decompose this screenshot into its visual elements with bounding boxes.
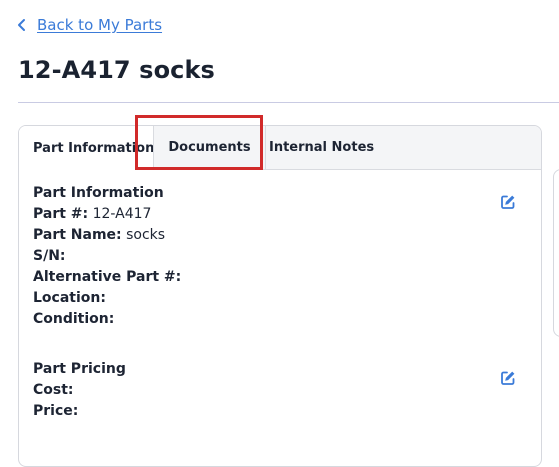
- part-name-row: Part Name: socks: [33, 225, 181, 246]
- sn-row: S/N:: [33, 246, 181, 267]
- cost-row: Cost:: [33, 380, 126, 401]
- part-number-row: Part #: 12-A417: [33, 204, 181, 225]
- location-label: Location:: [33, 290, 106, 306]
- edit-part-pricing-icon[interactable]: [500, 370, 516, 386]
- cost-label: Cost:: [33, 382, 74, 398]
- part-number-value: 12-A417: [92, 206, 152, 222]
- condition-label: Condition:: [33, 311, 115, 327]
- part-number-label: Part #:: [33, 206, 89, 222]
- edit-part-information-icon[interactable]: [500, 194, 516, 210]
- tab-internal-notes[interactable]: Internal Notes: [269, 126, 389, 169]
- tab-documents[interactable]: Documents: [154, 126, 266, 169]
- chevron-left-icon: [17, 18, 27, 32]
- price-row: Price:: [33, 401, 126, 422]
- header-divider: [18, 102, 559, 103]
- condition-row: Condition:: [33, 309, 181, 330]
- part-pricing-heading: Part Pricing: [33, 361, 126, 377]
- price-label: Price:: [33, 403, 79, 419]
- back-link-label: Back to My Parts: [37, 16, 163, 34]
- sn-label: S/N:: [33, 248, 66, 264]
- alternative-part-row: Alternative Part #:: [33, 267, 181, 288]
- part-details-card: Part Information Documents Internal Note…: [18, 125, 542, 467]
- side-panel: [553, 169, 559, 337]
- location-row: Location:: [33, 288, 181, 309]
- tab-bar: Part Information Documents Internal Note…: [19, 126, 541, 170]
- tab-part-information[interactable]: Part Information: [19, 126, 154, 170]
- part-information-heading: Part Information: [33, 185, 164, 201]
- part-information-section: Part Information Part #: 12-A417 Part Na…: [33, 183, 181, 330]
- alternative-part-label: Alternative Part #:: [33, 269, 182, 285]
- part-pricing-section: Part Pricing Cost: Price:: [33, 359, 126, 422]
- back-to-parts-link[interactable]: Back to My Parts: [17, 16, 162, 34]
- page-title: 12-A417 socks: [18, 56, 215, 84]
- part-name-value: socks: [126, 227, 166, 243]
- part-name-label: Part Name:: [33, 227, 122, 243]
